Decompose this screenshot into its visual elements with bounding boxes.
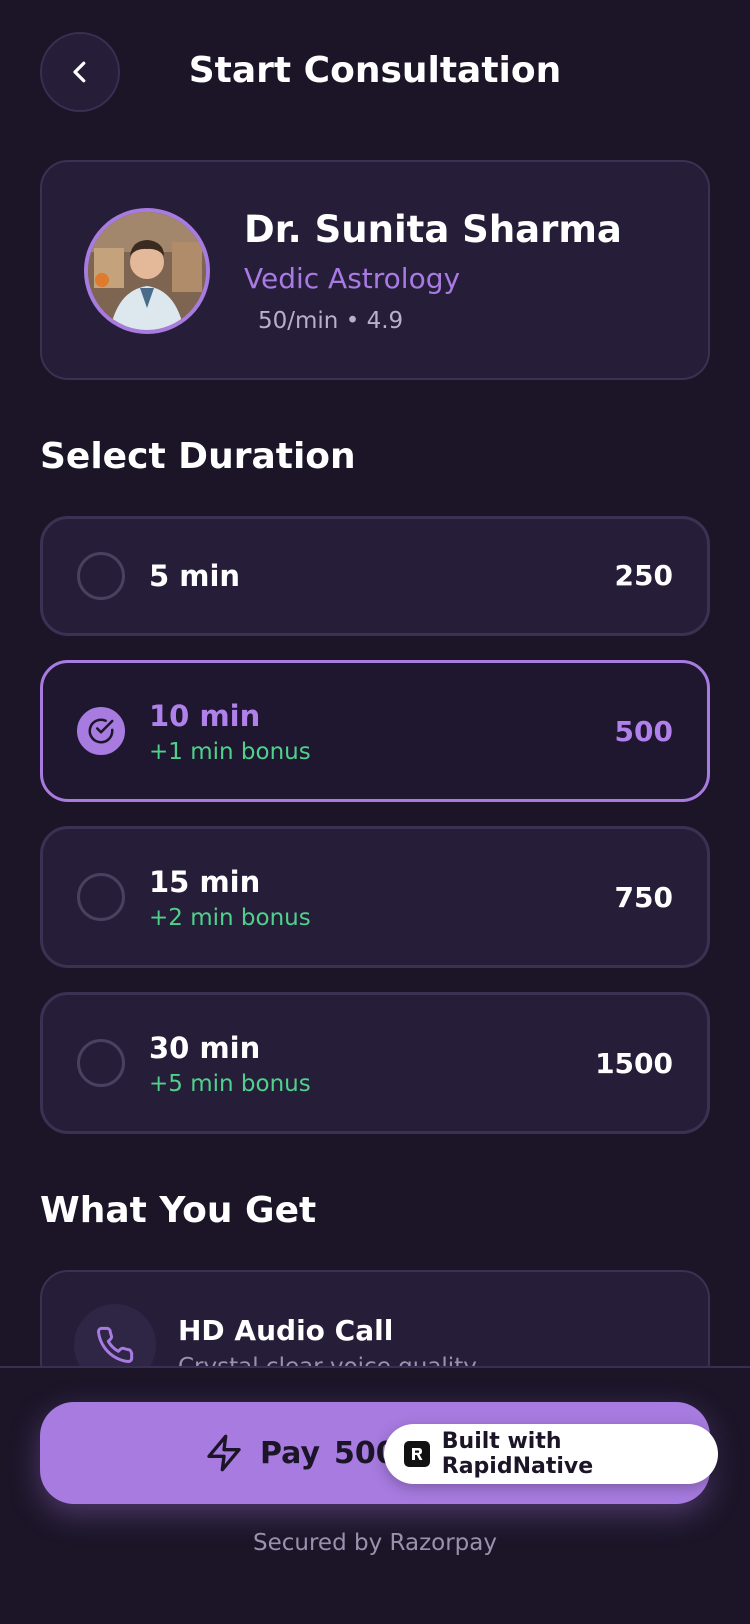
duration-option-5[interactable]: 5 min 250 [40, 516, 710, 636]
duration-label: 15 min [149, 865, 261, 899]
radio-unchecked[interactable] [77, 873, 125, 921]
radio-checked[interactable] [77, 707, 125, 755]
built-with-badge[interactable]: Built with RapidNative [384, 1424, 718, 1484]
astrologer-rate-rating: 50/min • 4.9 [258, 308, 404, 334]
duration-price: 1500 [595, 1047, 673, 1080]
benefit-title: HD Audio Call [178, 1314, 394, 1347]
rapidnative-logo-icon [404, 1441, 430, 1467]
check-circle-icon [88, 718, 114, 744]
duration-bonus: +1 min bonus [149, 739, 311, 765]
select-duration-heading: Select Duration [40, 436, 356, 477]
lightning-icon [207, 1434, 241, 1472]
radio-unchecked[interactable] [77, 552, 125, 600]
badge-text: Built with RapidNative [441, 1429, 594, 1479]
checkout-bar: Pay 500 Secured by Razorpay [0, 1366, 750, 1624]
duration-bonus: +5 min bonus [149, 1071, 311, 1097]
astrologer-name: Dr. Sunita Sharma [244, 208, 622, 251]
duration-option-10[interactable]: 10 min +1 min bonus 500 [40, 660, 710, 802]
duration-option-15[interactable]: 15 min +2 min bonus 750 [40, 826, 710, 968]
duration-price: 750 [614, 881, 673, 914]
radio-unchecked[interactable] [77, 1039, 125, 1087]
duration-bonus: +2 min bonus [149, 905, 311, 931]
secured-by-text: Secured by Razorpay [253, 1530, 497, 1556]
duration-label: 5 min [149, 559, 241, 593]
header: Start Consultation [0, 0, 750, 150]
duration-option-30[interactable]: 30 min +5 min bonus 1500 [40, 992, 710, 1134]
astrologer-profile-card: Dr. Sunita Sharma Vedic Astrology 50/min… [40, 160, 710, 380]
page-title: Start Consultation [188, 50, 562, 91]
astrologer-specialty: Vedic Astrology [244, 262, 461, 295]
duration-price: 250 [614, 559, 673, 592]
duration-price: 500 [614, 715, 673, 748]
avatar [84, 208, 210, 334]
duration-label: 10 min [149, 699, 261, 733]
what-you-get-heading: What You Get [40, 1190, 317, 1231]
pay-label: Pay [260, 1436, 321, 1471]
duration-label: 30 min [149, 1031, 261, 1065]
